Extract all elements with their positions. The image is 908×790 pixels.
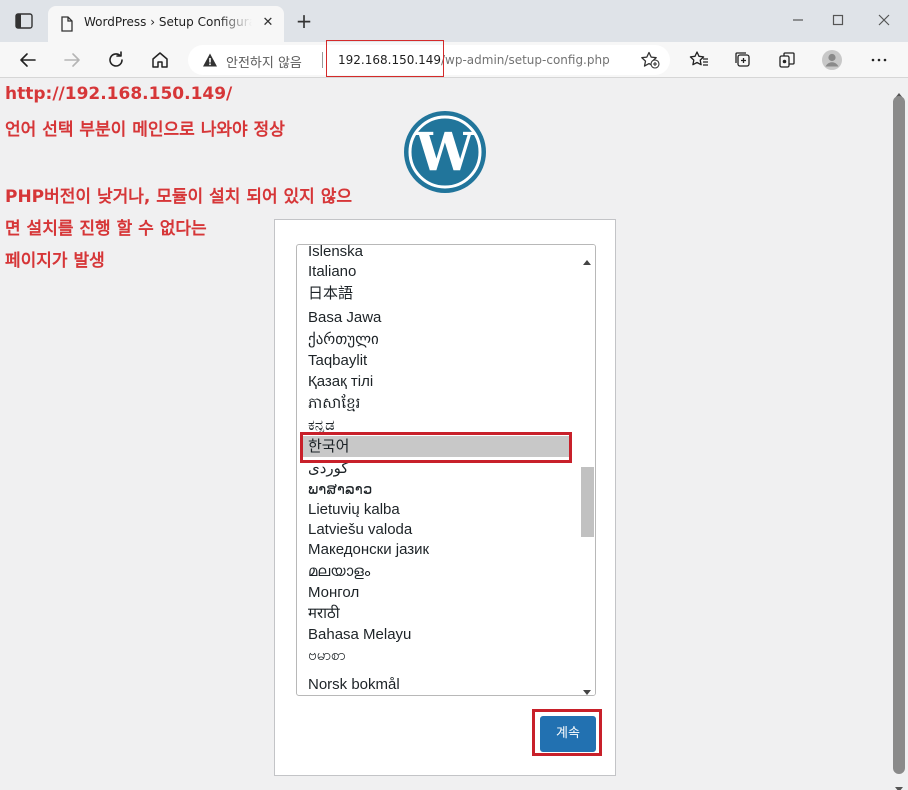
scroll-up-icon[interactable]: [583, 250, 591, 269]
new-tab-icon[interactable]: +: [294, 11, 314, 31]
korean-highlight-box: [300, 432, 572, 463]
title-bar: WordPress › Setup Configuration File ✕ +: [0, 0, 908, 42]
collections-icon[interactable]: [732, 49, 754, 71]
language-select[interactable]: Íslenska Italiano 日本語 Basa Jawa ქართული Taqba…: [296, 244, 596, 696]
page-icon: [60, 16, 74, 36]
wordpress-logo-icon: W: [403, 110, 487, 194]
close-tab-icon[interactable]: ✕: [260, 15, 276, 31]
language-option[interactable]: Монгол: [303, 582, 569, 603]
url-highlight-box: [326, 40, 444, 77]
language-option[interactable]: Norsk bokmål: [303, 674, 569, 695]
language-option[interactable]: Latviešu valoda: [303, 519, 569, 540]
minimize-icon[interactable]: [786, 8, 810, 32]
favorites-icon[interactable]: [688, 49, 710, 71]
home-icon[interactable]: [149, 49, 171, 71]
browser-toolbar: 안전하지 않음 192.168.150.149 /wp-admin/setup-…: [0, 42, 908, 78]
page-scrollbar[interactable]: [890, 78, 908, 790]
language-list-scrollbar[interactable]: [579, 245, 595, 695]
language-option[interactable]: 日本語: [303, 283, 569, 304]
continue-highlight-box: [532, 709, 602, 756]
annotation-php-1: PHP버전이 낮거나, 모듈이 설치 되어 있지 않으: [5, 187, 352, 207]
language-option[interactable]: Basa Jawa: [303, 307, 569, 328]
language-option[interactable]: Íslenska: [303, 245, 569, 262]
browser-essentials-icon[interactable]: [776, 49, 798, 71]
scroll-down-icon[interactable]: [583, 681, 591, 695]
annotation-url: http://192.168.150.149/: [5, 84, 233, 104]
more-menu-icon[interactable]: [868, 49, 890, 71]
add-favorite-icon[interactable]: [640, 51, 660, 73]
language-option[interactable]: ភាសាខ្មែរ: [303, 393, 569, 414]
language-option[interactable]: Bahasa Melayu: [303, 624, 569, 645]
language-option[interactable]: Taqbaylit: [303, 350, 569, 371]
language-option[interactable]: Italiano: [303, 261, 569, 282]
address-divider: [322, 52, 323, 68]
tab-actions-icon[interactable]: [14, 12, 34, 30]
svg-text:W: W: [415, 122, 476, 183]
language-option[interactable]: मराठी: [303, 603, 569, 624]
page-scroll-down-icon[interactable]: [895, 778, 903, 790]
tab-title: WordPress › Setup Configuration File: [84, 15, 252, 29]
maximize-icon[interactable]: [826, 8, 850, 32]
language-option[interactable]: ქართული: [303, 329, 569, 350]
close-window-icon[interactable]: [872, 8, 896, 32]
browser-tab[interactable]: WordPress › Setup Configuration File ✕: [48, 6, 284, 42]
language-option[interactable]: ພາສາລາວ: [303, 479, 569, 500]
language-option[interactable]: Lietuvių kalba: [303, 499, 569, 520]
warning-icon[interactable]: [202, 52, 218, 72]
scrollbar-thumb[interactable]: [581, 467, 594, 537]
profile-avatar-icon[interactable]: [821, 49, 843, 71]
forward-arrow-icon[interactable]: [61, 49, 83, 71]
not-secure-label[interactable]: 안전하지 않음: [226, 52, 302, 71]
annotation-php-2: 면 설치를 진행 할 수 없다는: [5, 219, 207, 239]
language-option[interactable]: Македонски јазик: [303, 539, 569, 560]
language-options: Íslenska Italiano 日本語 Basa Jawa ქართული Taqba…: [297, 245, 579, 695]
annotation-php-3: 페이지가 발생: [5, 251, 105, 271]
refresh-icon[interactable]: [105, 49, 127, 71]
url-path[interactable]: /wp-admin/setup-config.php: [441, 53, 610, 67]
back-arrow-icon[interactable]: [17, 49, 39, 71]
language-option[interactable]: ဗမာစာ: [303, 645, 569, 666]
language-option[interactable]: മലയാളം: [303, 561, 569, 582]
annotation-normal: 언어 선택 부분이 메인으로 나와야 정상: [5, 120, 285, 140]
language-option[interactable]: Қазақ тілі: [303, 371, 569, 392]
page-scrollbar-thumb[interactable]: [893, 96, 905, 774]
